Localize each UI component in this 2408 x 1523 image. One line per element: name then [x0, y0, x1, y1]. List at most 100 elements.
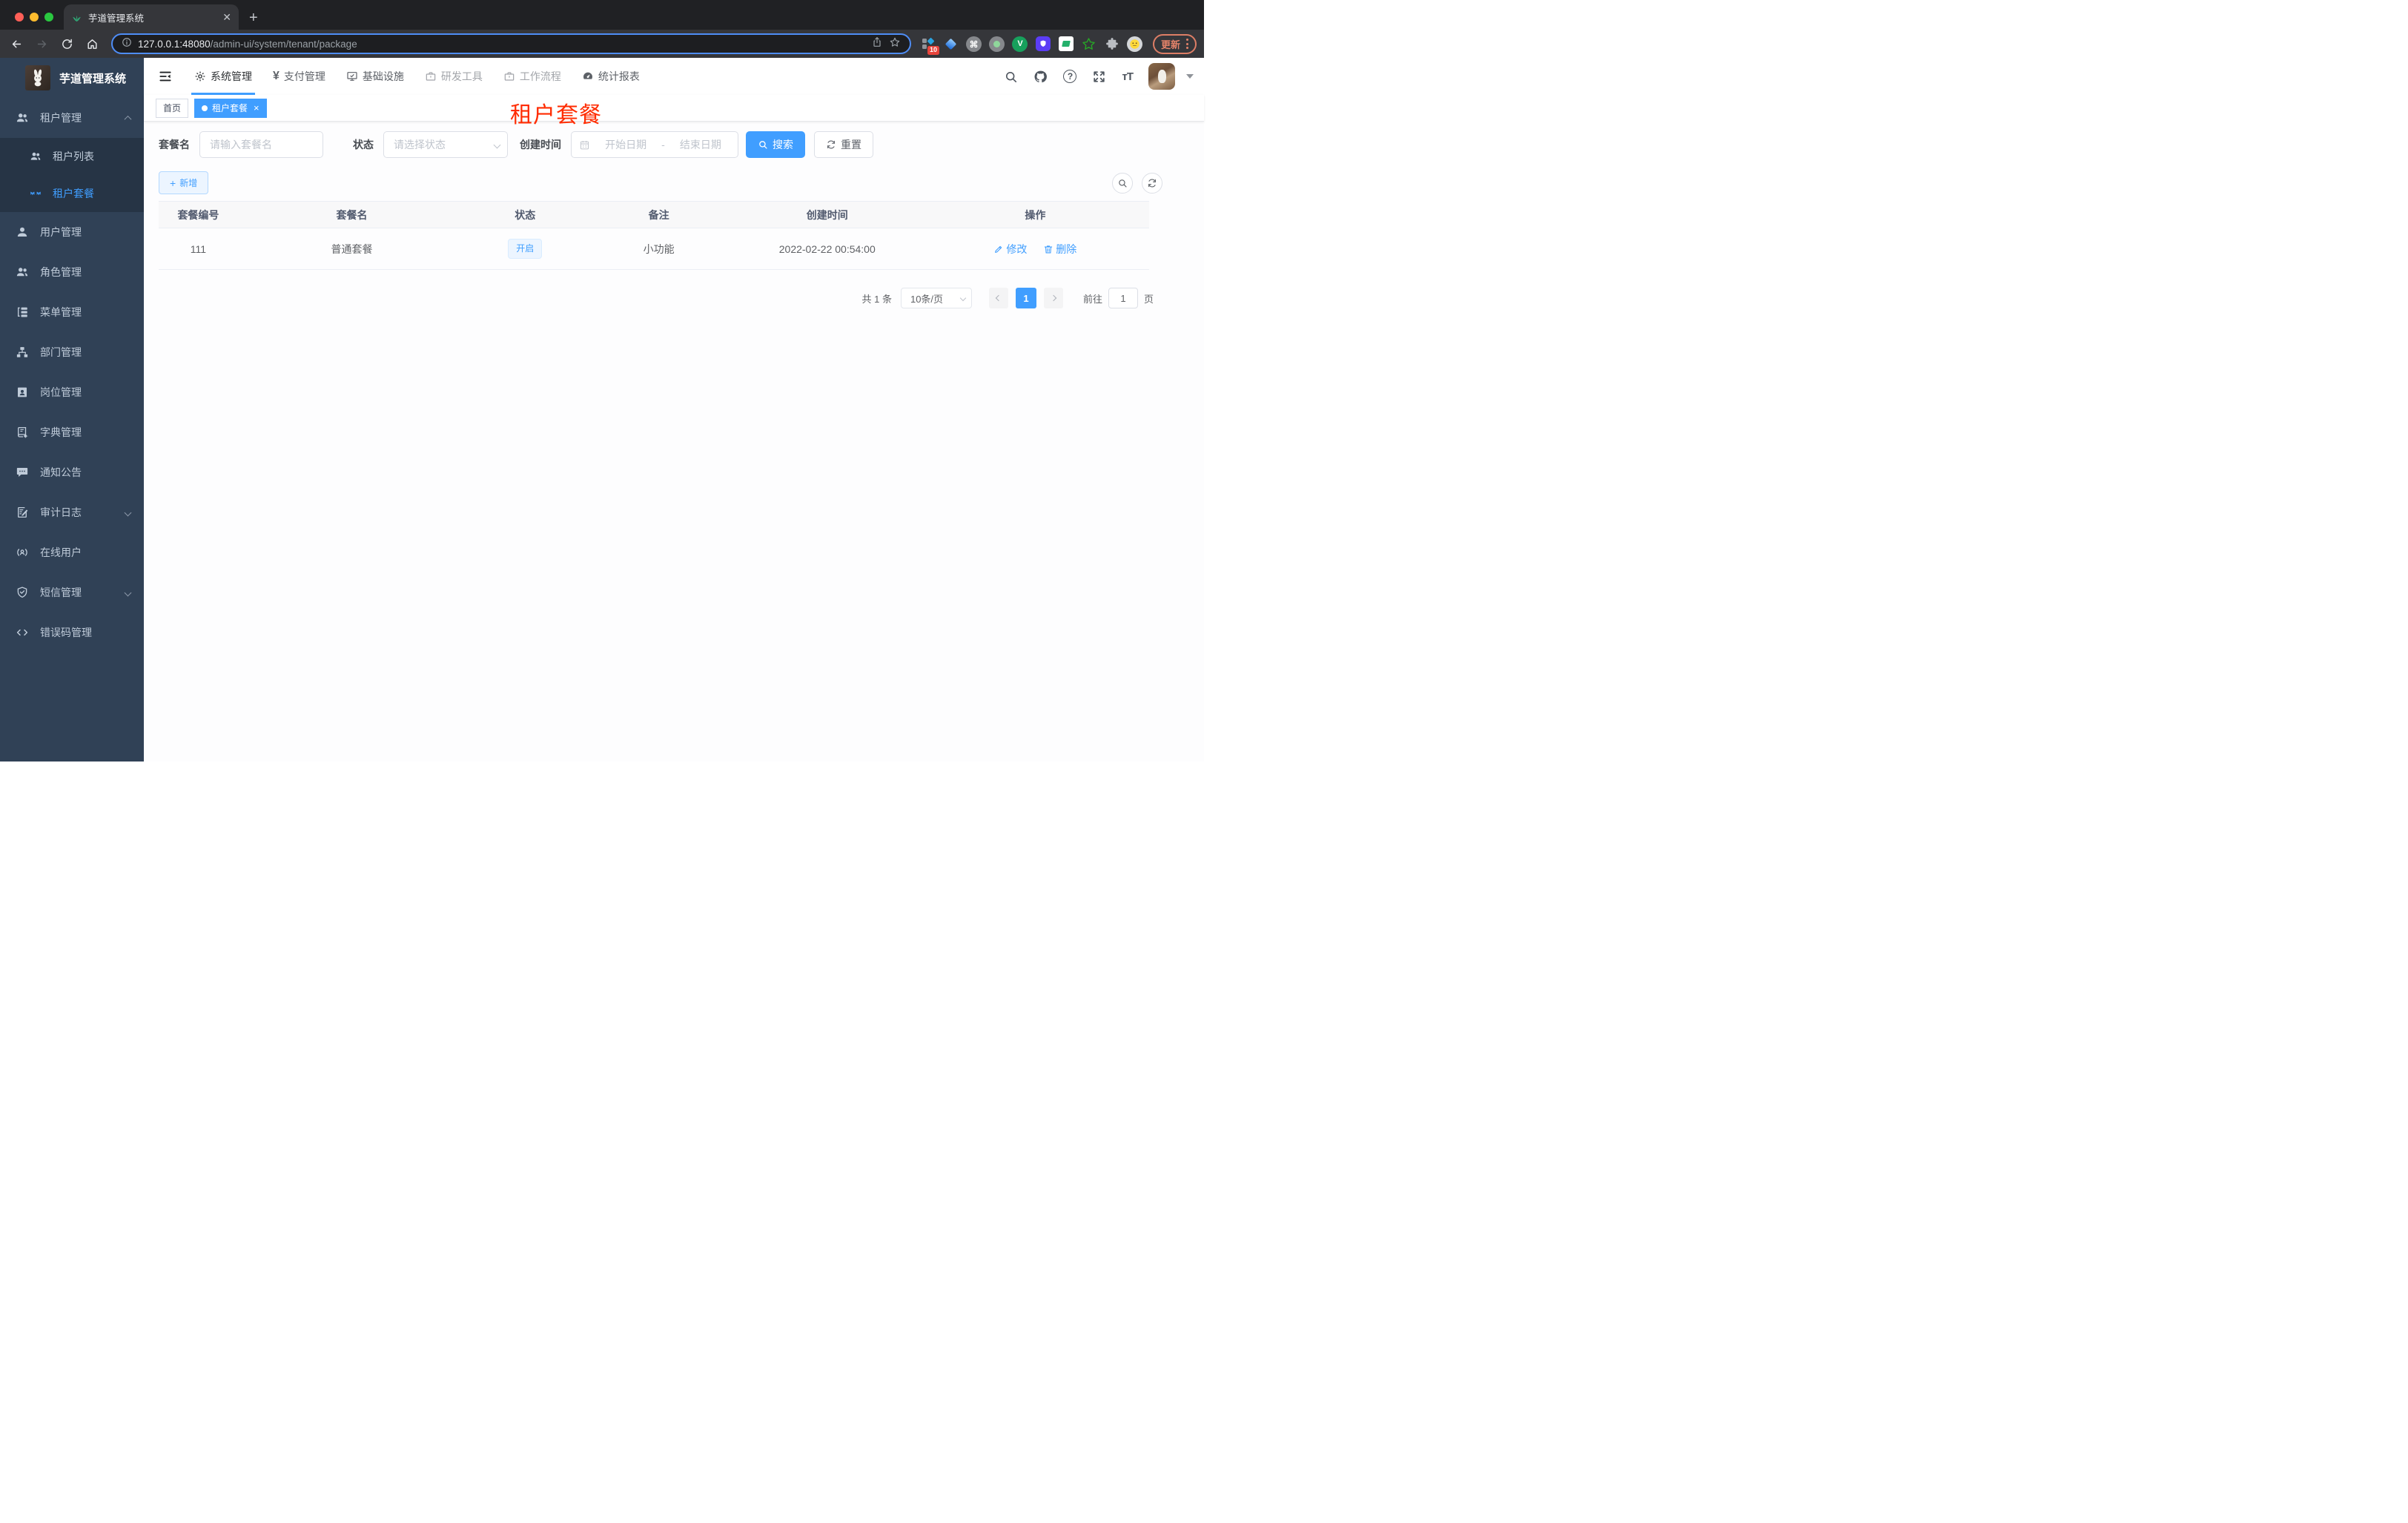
sidebar-collapse-icon[interactable]: [153, 64, 178, 89]
sidebar-item-online-users[interactable]: 在线用户: [0, 532, 144, 572]
sidebar-item-notice[interactable]: 通知公告: [0, 452, 144, 492]
prev-page-button[interactable]: [988, 288, 1008, 308]
reset-button-label: 重置: [841, 139, 861, 151]
reload-button[interactable]: [56, 33, 77, 54]
delete-link[interactable]: 删除: [1043, 242, 1076, 257]
sidebar-item-dept-mgmt[interactable]: 部门管理: [0, 332, 144, 372]
sidebar-item-label: 菜单管理: [40, 306, 82, 318]
monitor-icon: [346, 70, 358, 82]
col-package-name: 套餐名: [237, 201, 466, 228]
yen-icon: ¥: [273, 70, 280, 82]
github-icon[interactable]: [1033, 70, 1048, 84]
help-icon[interactable]: ?: [1063, 70, 1077, 83]
font-size-icon[interactable]: тT: [1122, 70, 1133, 83]
bookmark-star-icon[interactable]: [889, 36, 901, 52]
tab-title: 芋道管理系统: [88, 13, 145, 24]
home-button[interactable]: [82, 33, 102, 54]
tab-system-mgmt[interactable]: 系统管理: [184, 58, 262, 95]
date-range-picker[interactable]: 开始日期 - 结束日期: [571, 131, 738, 158]
sidebar-submenu-tenant: 租户列表 租户套餐: [0, 138, 144, 212]
tab-statistics[interactable]: 统计报表: [572, 58, 650, 95]
sidebar-item-menu-mgmt[interactable]: 菜单管理: [0, 292, 144, 332]
current-page-button[interactable]: 1: [1015, 288, 1036, 308]
add-button-label: 新增: [179, 178, 198, 188]
delete-label: 删除: [1056, 242, 1077, 255]
tab-workflow[interactable]: 工作流程: [493, 58, 572, 95]
minimize-window-button[interactable]: [30, 13, 39, 22]
sidebar-item-audit-log[interactable]: 审计日志: [0, 492, 144, 532]
next-page-button[interactable]: [1043, 288, 1063, 308]
page-info-icon[interactable]: [122, 37, 132, 51]
app-root: 租户套餐 芋道管理系统 租户管理 租户列表 租户套餐 用户管理 角色管理 菜单管…: [0, 58, 1204, 762]
extension-puzzle-icon[interactable]: [1104, 36, 1120, 52]
tag-tenant-package[interactable]: 租户套餐 ×: [194, 98, 267, 118]
avatar-caret-icon[interactable]: [1186, 74, 1194, 79]
add-button[interactable]: + 新增: [159, 171, 209, 194]
filter-label-create-time: 创建时间: [520, 139, 561, 151]
close-window-button[interactable]: [15, 13, 24, 22]
tab-dev-tools[interactable]: 研发工具: [414, 58, 493, 95]
tab-infrastructure[interactable]: 基础设施: [336, 58, 414, 95]
url-host: 127.0.0.1:48080: [138, 38, 211, 50]
edit-link[interactable]: 修改: [993, 242, 1027, 257]
topnav-actions: ? тT: [1004, 63, 1194, 90]
zoom-window-button[interactable]: [44, 13, 53, 22]
browser-update-button[interactable]: 更新: [1152, 33, 1197, 54]
sidebar-item-sms-mgmt[interactable]: 短信管理: [0, 572, 144, 612]
status-select[interactable]: 请选择状态: [383, 131, 508, 158]
sidebar-item-post-mgmt[interactable]: 岗位管理: [0, 372, 144, 412]
chevron-down-icon: [959, 294, 967, 302]
forward-button[interactable]: [31, 33, 52, 54]
sidebar-item-tenant-package[interactable]: 租户套餐: [0, 175, 144, 212]
sidebar-item-user-mgmt[interactable]: 用户管理: [0, 212, 144, 252]
code-icon: [16, 626, 29, 639]
search-button[interactable]: 搜索: [746, 131, 805, 158]
fullscreen-icon[interactable]: [1092, 70, 1106, 84]
browser-menu-icon[interactable]: [1186, 39, 1188, 49]
url-text: 127.0.0.1:48080/admin-ui/system/tenant/p…: [138, 39, 865, 50]
sidebar-item-label: 租户管理: [40, 112, 82, 124]
page-size-select[interactable]: 10条/页: [900, 288, 972, 308]
sidebar-item-error-code[interactable]: 错误码管理: [0, 612, 144, 653]
extension-command-icon[interactable]: [966, 36, 982, 52]
end-date-placeholder[interactable]: 结束日期: [671, 137, 730, 152]
goto-label: 前往: [1082, 293, 1102, 305]
top-navbar: 系统管理 ¥ 支付管理 基础设施 研发工具 工作流程 统计报表 ? тT: [144, 58, 1204, 95]
browser-tab[interactable]: 芋道管理系统 ✕: [64, 4, 239, 30]
start-date-placeholder[interactable]: 开始日期: [596, 137, 655, 152]
extension-shield-icon[interactable]: [1035, 36, 1051, 52]
url-bar[interactable]: 127.0.0.1:48080/admin-ui/system/tenant/p…: [111, 33, 911, 54]
user-icon: [16, 225, 29, 239]
extension-record-icon[interactable]: [989, 36, 1005, 52]
package-name-input-wrap: [199, 131, 323, 158]
main-area: 系统管理 ¥ 支付管理 基础设施 研发工具 工作流程 统计报表 ? тT 首页 …: [144, 58, 1204, 762]
tag-home[interactable]: 首页: [156, 98, 189, 118]
extension-star-icon[interactable]: [1081, 36, 1097, 52]
sidebar-item-tenant-group[interactable]: 租户管理: [0, 98, 144, 138]
extension-emoji-icon[interactable]: [1127, 36, 1143, 52]
browser-toolbar: 127.0.0.1:48080/admin-ui/system/tenant/p…: [0, 30, 1204, 58]
back-button[interactable]: [6, 33, 27, 54]
extension-blocker-icon[interactable]: 10: [920, 36, 939, 55]
sidebar-item-role-mgmt[interactable]: 角色管理: [0, 252, 144, 292]
sidebar-logo[interactable]: 芋道管理系统: [0, 58, 144, 98]
sidebar-item-label: 岗位管理: [40, 386, 82, 398]
goto-page-input[interactable]: [1108, 288, 1138, 308]
reset-button[interactable]: 重置: [814, 131, 873, 158]
share-icon[interactable]: [871, 36, 883, 52]
extension-chat-icon[interactable]: [1058, 36, 1074, 52]
search-icon[interactable]: [1004, 70, 1018, 84]
tag-close-icon[interactable]: ×: [254, 103, 259, 113]
tab-close-icon[interactable]: ✕: [222, 11, 231, 24]
extension-v-icon[interactable]: V: [1012, 36, 1028, 52]
extension-gem-icon[interactable]: [943, 36, 959, 52]
package-name-input[interactable]: [200, 139, 322, 151]
sidebar: 芋道管理系统 租户管理 租户列表 租户套餐 用户管理 角色管理 菜单管理 部门管…: [0, 58, 144, 762]
new-tab-button[interactable]: +: [249, 10, 258, 25]
sidebar-item-dict-mgmt[interactable]: 字典管理: [0, 412, 144, 452]
avatar[interactable]: [1148, 63, 1175, 90]
refresh-icon[interactable]: [1142, 172, 1162, 194]
sidebar-item-tenant-list[interactable]: 租户列表: [0, 138, 144, 175]
search-toggle-icon[interactable]: [1112, 172, 1133, 194]
tab-payment-mgmt[interactable]: ¥ 支付管理: [262, 58, 336, 95]
